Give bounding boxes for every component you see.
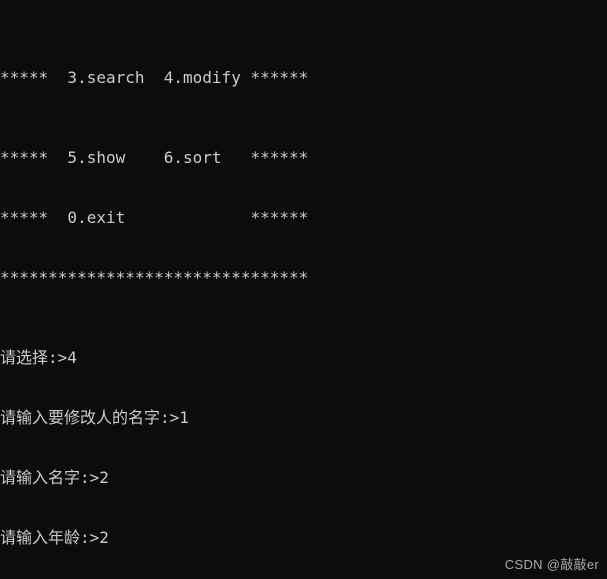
scrollback-clipped-line: ***** 3.search 4.modify ****** xyxy=(0,68,607,88)
terminal-console[interactable]: ***** 3.search 4.modify ****** ***** 5.s… xyxy=(0,0,607,579)
prompt-input-name: 请输入名字:>2 xyxy=(0,468,109,487)
prompt-input-age: 请输入年龄:>2 xyxy=(0,528,109,547)
menu-separator-bottom: ******************************** xyxy=(0,268,309,287)
menu-row-show-sort: ***** 5.show 6.sort ****** xyxy=(0,148,309,167)
menu-row-search-modify-clipped: ***** 3.search 4.modify ****** xyxy=(0,68,309,87)
csdn-watermark: CSDN @敲敲er xyxy=(504,557,599,572)
prompt-choose-4: 请选择:>4 xyxy=(0,348,77,367)
menu-row-exit: ***** 0.exit ****** xyxy=(0,208,309,227)
prompt-modify-target-name: 请输入要修改人的名字:>1 xyxy=(0,408,189,427)
